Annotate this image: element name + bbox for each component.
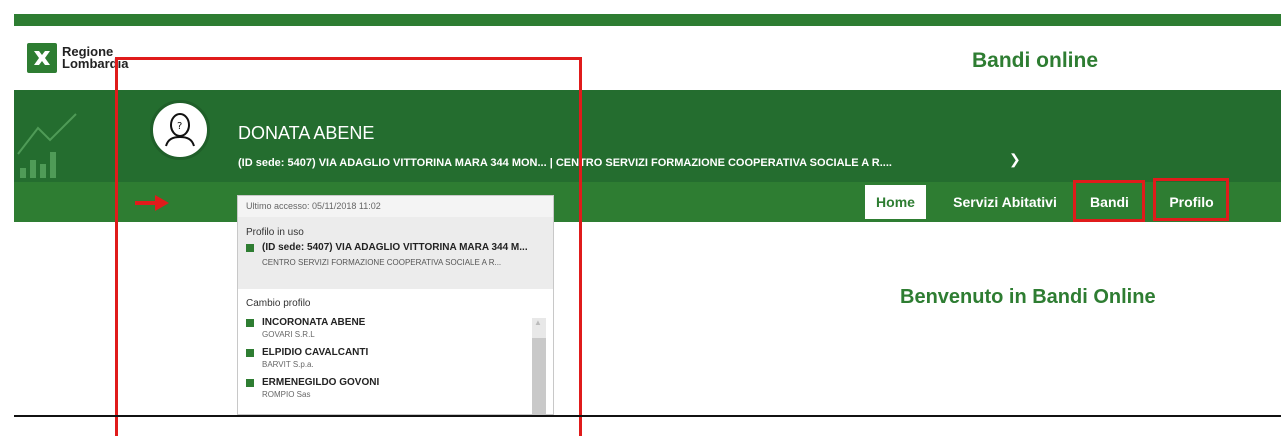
chevron-down-icon[interactable]: ❯ <box>1009 151 1021 168</box>
chart-decoration-icon <box>17 113 77 178</box>
welcome-message: Benvenuto in Bandi Online <box>900 286 1156 308</box>
nav-home[interactable]: Home <box>865 185 926 219</box>
dropdown-highlight-box <box>115 57 582 436</box>
profilo-highlight-box <box>1153 178 1229 221</box>
site-title: Bandi online <box>972 49 1098 72</box>
nav-servizi-abitativi[interactable]: Servizi Abitativi <box>946 185 1064 219</box>
logo-icon <box>27 43 57 73</box>
regione-lombardia-logo[interactable]: Regione Lombardia <box>27 43 128 73</box>
bottom-divider <box>14 415 1281 417</box>
bandi-highlight-box <box>1073 180 1145 222</box>
top-bar <box>14 14 1281 26</box>
